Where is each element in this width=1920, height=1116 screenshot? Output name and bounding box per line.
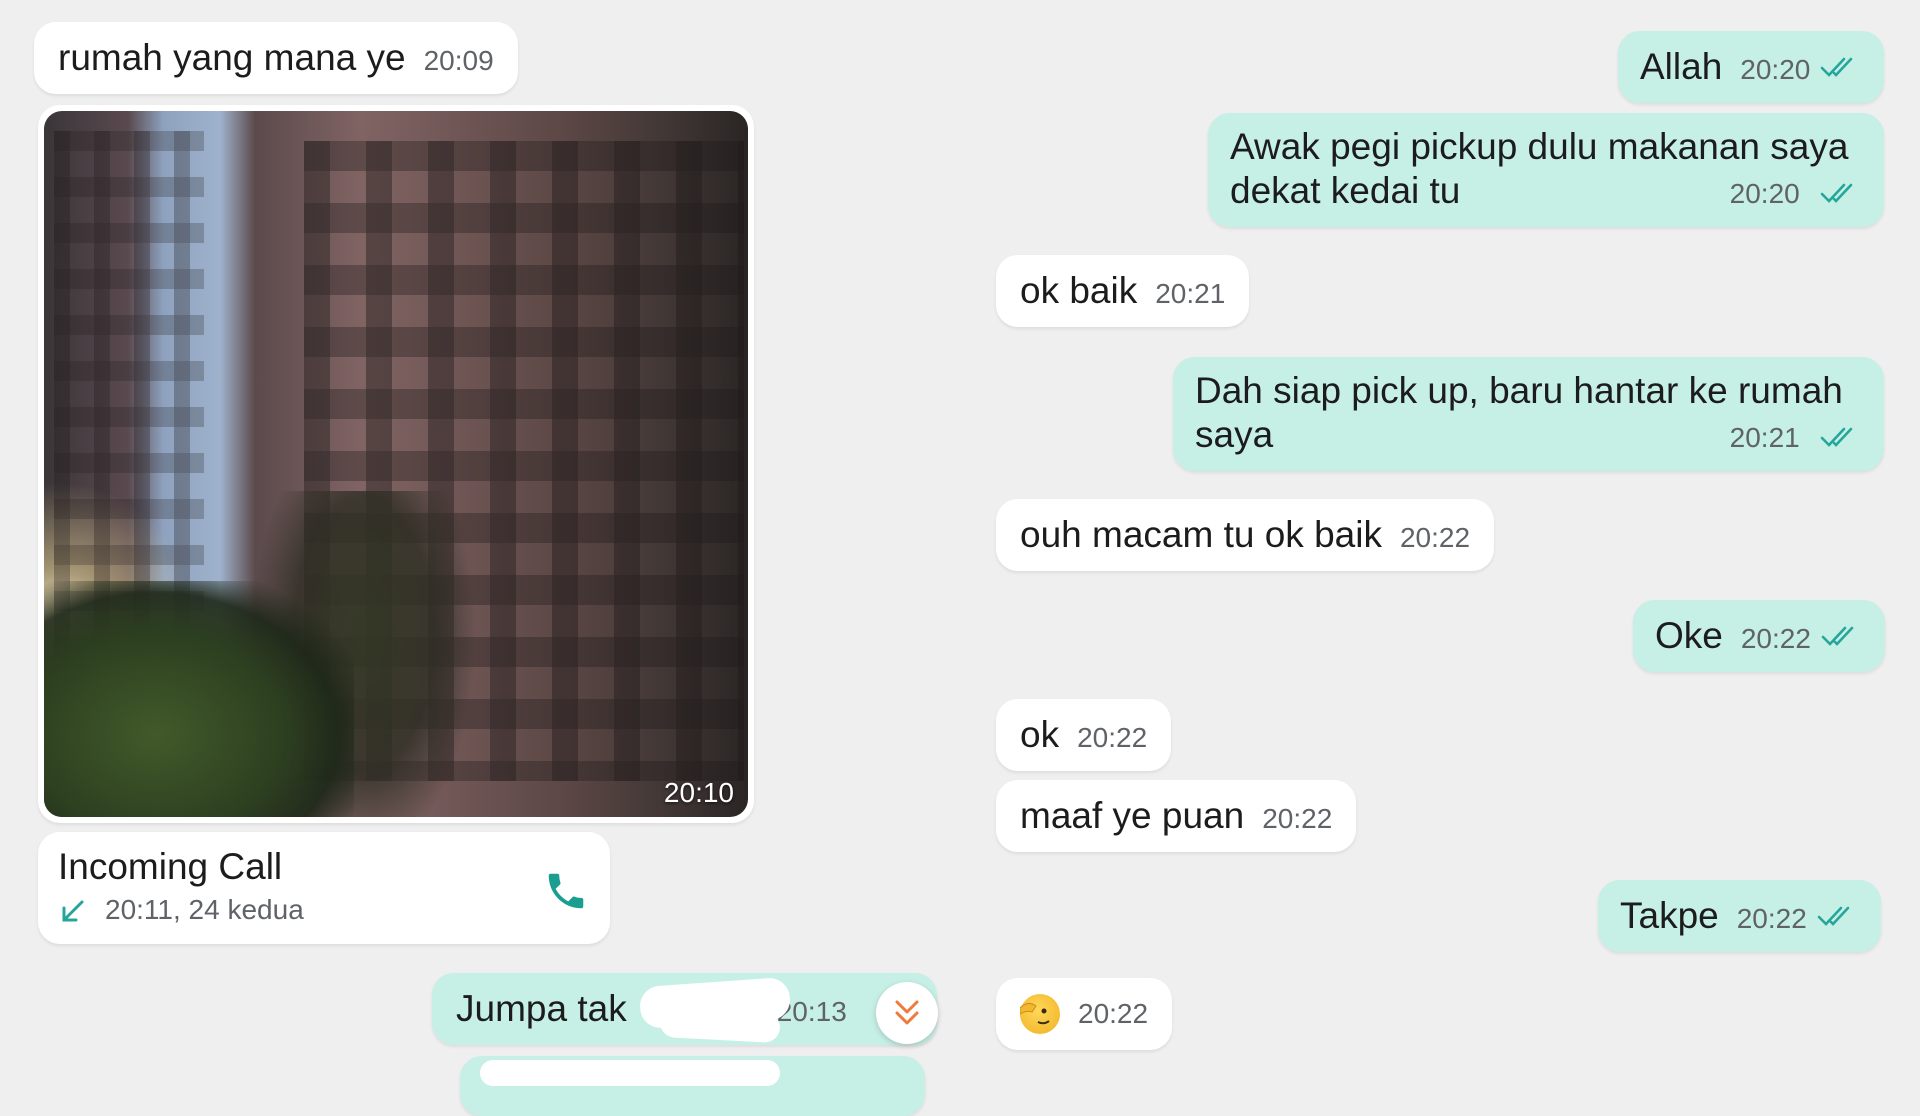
message-text: Takpe [1620, 895, 1719, 936]
photo-detail [44, 581, 354, 817]
message-bubble-outgoing[interactable]: Takpe 20:22 [1598, 880, 1881, 952]
message-text-line: Dah siap pick up, baru hantar ke rumah [1195, 370, 1843, 411]
message-time: 20:22 [1262, 803, 1333, 834]
message-time: 20:22 [1736, 903, 1807, 934]
photo-message[interactable]: 20:10 [38, 105, 754, 823]
incoming-call-card[interactable]: Incoming Call 20:11, 24 kedua [38, 832, 610, 944]
message-bubble-incoming[interactable]: 20:22 [996, 978, 1173, 1050]
message-time: 20:20 [1729, 178, 1800, 209]
read-ticks-icon [1821, 57, 1853, 77]
message-bubble-outgoing[interactable]: Oke 20:22 [1633, 600, 1885, 672]
message-time: 20:22 [1740, 623, 1811, 654]
message-bubble-incoming[interactable]: ouh macam tu ok baik 20:22 [996, 499, 1495, 571]
message-text: maaf ye puan [1020, 795, 1245, 836]
message-time: 20:20 [1740, 54, 1811, 85]
message-text: rumah yang mana ye [58, 37, 406, 78]
building-photo[interactable]: 20:10 [44, 111, 748, 817]
message-bubble-outgoing[interactable]: Awak pegi pickup dulu makanan saya dekat… [1208, 113, 1884, 227]
message-text-line: Awak pegi pickup dulu makanan saya [1230, 126, 1849, 167]
phone-icon[interactable] [543, 868, 589, 914]
message-text: ok [1020, 714, 1060, 755]
scroll-to-bottom-button[interactable] [876, 982, 938, 1044]
message-text-line: dekat kedai tu [1230, 170, 1461, 211]
call-subtitle: 20:11, 24 kedua [105, 894, 304, 925]
incoming-arrow-icon [62, 900, 84, 922]
message-time: 20:22 [1077, 722, 1148, 753]
message-time: 20:21 [1155, 278, 1226, 309]
message-text: ok baik [1020, 270, 1138, 311]
photo-time: 20:10 [663, 777, 734, 808]
redaction-scribble [659, 1006, 781, 1044]
double-chevron-down-icon [895, 1000, 919, 1025]
message-time: 20:09 [423, 45, 494, 76]
message-bubble-incoming[interactable]: ok 20:22 [996, 699, 1172, 771]
message-text: Allah [1640, 46, 1723, 87]
message-text: Oke [1655, 615, 1723, 656]
read-ticks-icon [1820, 183, 1853, 203]
message-bubble-outgoing[interactable]: Allah 20:20 [1618, 31, 1885, 103]
message-bubble-incoming[interactable]: ok baik 20:21 [996, 255, 1250, 327]
message-bubble-outgoing[interactable]: Dah siap pick up, baru hantar ke rumah s… [1173, 357, 1884, 471]
message-text: ouh macam tu ok baik [1020, 514, 1382, 555]
message-bubble-incoming[interactable]: maaf ye puan 20:22 [996, 780, 1357, 852]
redaction-scribble [480, 1060, 780, 1086]
message-text: Jumpa tak [456, 988, 627, 1029]
message-time: 20:22 [1399, 522, 1471, 553]
message-text-line: saya [1195, 414, 1274, 455]
message-bubble[interactable]: rumah yang mana ye 20:09 [34, 22, 518, 94]
message-time: 20:22 [1078, 998, 1149, 1029]
message-time: 20:21 [1729, 422, 1800, 453]
read-ticks-icon [1817, 906, 1850, 926]
call-title: Incoming Call [58, 846, 283, 887]
read-ticks-icon [1821, 626, 1854, 646]
saluting-face-emoji [1020, 994, 1060, 1034]
read-ticks-icon [1820, 427, 1853, 447]
